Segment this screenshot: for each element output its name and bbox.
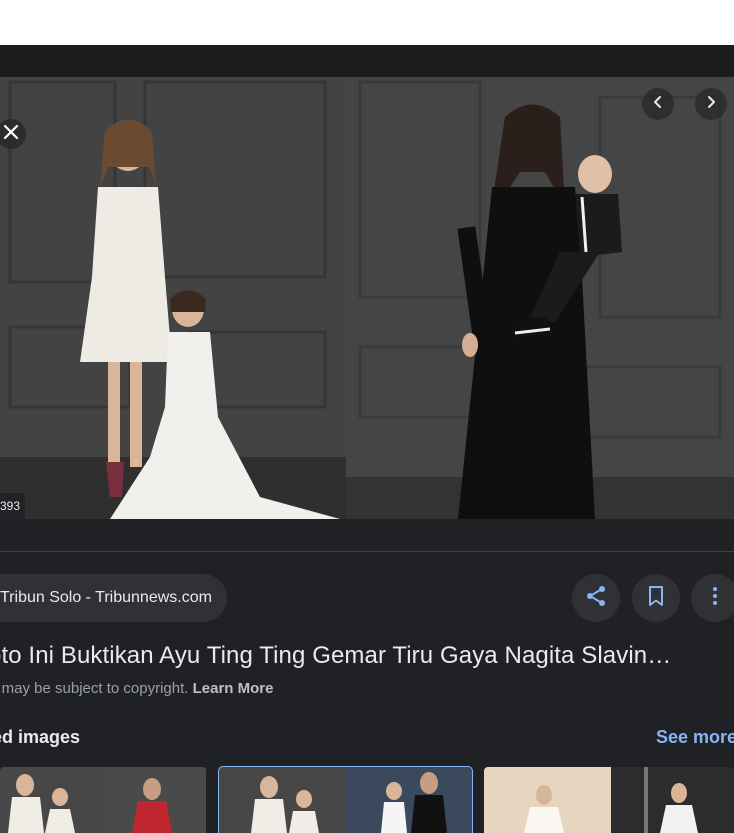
related-image-thumbnail[interactable] xyxy=(484,767,734,833)
chevron-right-icon xyxy=(704,95,718,114)
image-dimensions-badge: 393 xyxy=(0,493,26,519)
copyright-text: s may be subject to copyright. xyxy=(0,680,193,697)
next-image-button[interactable] xyxy=(695,88,727,120)
image-title[interactable]: oto Ini Buktikan Ayu Ting Ting Gemar Tir… xyxy=(0,642,734,670)
source-label: Tribun Solo - Tribunnews.com xyxy=(0,589,212,606)
related-image-thumbnail[interactable] xyxy=(218,766,473,833)
related-image-thumbnail[interactable] xyxy=(0,767,206,833)
viewer-header-strip xyxy=(0,45,734,77)
share-icon xyxy=(584,584,608,613)
learn-more-link[interactable]: Learn More xyxy=(193,680,274,697)
see-more-link[interactable]: See more xyxy=(656,727,734,748)
close-icon xyxy=(3,124,19,145)
more-options-button[interactable] xyxy=(691,574,734,622)
save-button[interactable] xyxy=(632,574,680,622)
bookmark-icon xyxy=(644,584,668,613)
chevron-left-icon xyxy=(651,95,665,114)
previous-image-button[interactable] xyxy=(642,88,674,120)
related-images-heading: ed images xyxy=(0,727,81,747)
more-vert-icon xyxy=(703,584,727,613)
preview-image[interactable] xyxy=(0,77,734,519)
share-button[interactable] xyxy=(572,574,620,622)
copyright-notice: s may be subject to copyright. Learn Mor… xyxy=(0,680,273,697)
browser-top-area xyxy=(0,0,734,45)
source-link-chip[interactable]: Tribun Solo - Tribunnews.com xyxy=(0,574,227,622)
divider xyxy=(0,551,734,552)
